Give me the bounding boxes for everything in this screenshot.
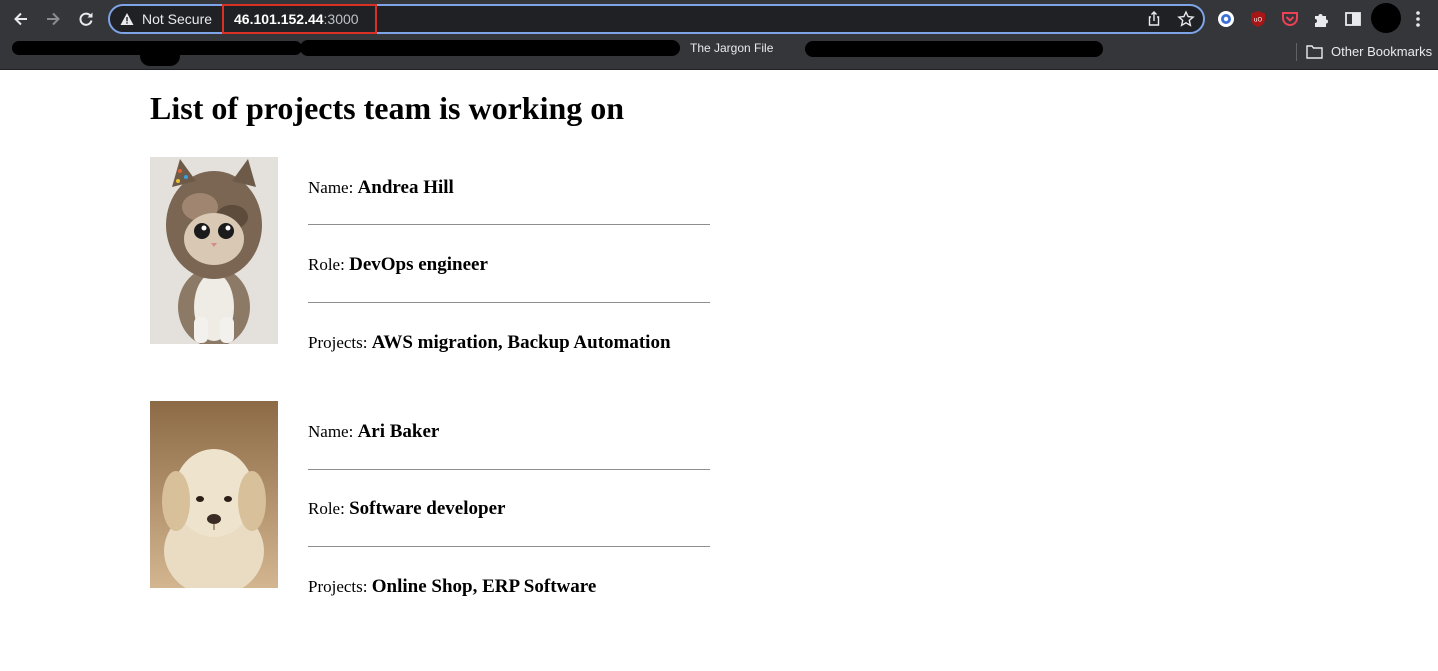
reload-icon: [79, 12, 93, 26]
name-label: Name:: [308, 178, 354, 197]
member-projects: Online Shop, ERP Software: [371, 576, 597, 597]
redaction-mark: [805, 41, 1103, 57]
page-title: List of projects team is working on: [150, 90, 625, 126]
member-role-field: Role: DevOps engineer: [308, 254, 488, 276]
folder-icon: [1306, 44, 1323, 59]
member-photo: [150, 157, 278, 344]
security-indicator[interactable]: Not Secure: [120, 6, 212, 32]
puppy-image: [150, 401, 278, 588]
divider: [308, 469, 710, 470]
extensions-button[interactable]: [1311, 9, 1331, 29]
back-icon: [14, 12, 27, 26]
member-name-field: Name: Ari Baker: [308, 421, 439, 443]
browser-toolbar: Not Secure 46.101.152.44:3000 uO: [0, 0, 1438, 38]
url-port: :3000: [323, 11, 359, 27]
member-role-field: Role: Software developer: [308, 498, 505, 520]
bookmarks-separator: [1296, 43, 1297, 61]
url-host: 46.101.152.44: [234, 11, 324, 27]
redaction-mark: [300, 40, 680, 56]
role-label: Role:: [308, 499, 345, 518]
divider: [308, 224, 710, 225]
menu-icon[interactable]: [1411, 9, 1425, 29]
shield-icon: uO: [1251, 11, 1265, 27]
bookmark-jargon-file[interactable]: The Jargon File: [690, 41, 773, 55]
member-role: DevOps engineer: [349, 254, 488, 275]
name-label: Name:: [308, 422, 354, 441]
forward-button[interactable]: [40, 6, 66, 32]
ublock-button[interactable]: uO: [1248, 9, 1268, 29]
pocket-button[interactable]: [1280, 9, 1300, 29]
member-card: Name: Andrea Hill Role: DevOps engineer …: [150, 157, 750, 357]
member-projects: AWS migration, Backup Automation: [371, 332, 671, 353]
svg-text:uO: uO: [1254, 17, 1263, 24]
other-bookmarks-label: Other Bookmarks: [1331, 43, 1433, 59]
share-icon[interactable]: [1145, 10, 1163, 28]
member-projects-field: Projects: Online Shop, ERP Software: [308, 576, 596, 598]
address-bar[interactable]: Not Secure 46.101.152.44:3000: [108, 4, 1205, 34]
extension-1-button[interactable]: [1216, 9, 1236, 29]
puzzle-icon: [1315, 14, 1328, 27]
member-role: Software developer: [349, 498, 506, 519]
member-name: Ari Baker: [357, 421, 440, 442]
member-card: Name: Ari Baker Role: Software developer…: [150, 401, 750, 601]
forward-icon: [47, 12, 60, 26]
extension-icon: [1218, 11, 1234, 27]
divider: [308, 302, 710, 303]
projects-label: Projects:: [308, 333, 368, 352]
side-panel-icon: [1345, 12, 1361, 26]
member-name: Andrea Hill: [357, 177, 454, 198]
redaction-mark: [140, 46, 180, 66]
warning-icon: [120, 13, 134, 25]
star-icon[interactable]: [1177, 10, 1195, 28]
back-button[interactable]: [8, 6, 34, 32]
other-bookmarks-button[interactable]: Other Bookmarks: [1306, 42, 1432, 60]
role-label: Role:: [308, 255, 345, 274]
side-panel-button[interactable]: [1343, 9, 1363, 29]
reload-button[interactable]: [73, 6, 99, 32]
member-projects-field: Projects: AWS migration, Backup Automati…: [308, 332, 671, 354]
bookmarks-bar: The Jargon File Other Bookmarks: [0, 38, 1438, 70]
security-label: Not Secure: [142, 11, 213, 27]
member-photo: [150, 401, 278, 588]
profile-avatar[interactable]: [1371, 3, 1401, 33]
member-name-field: Name: Andrea Hill: [308, 177, 454, 199]
kitten-image: [150, 157, 278, 344]
pocket-icon: [1282, 12, 1298, 26]
url-text[interactable]: 46.101.152.44:3000: [222, 4, 377, 34]
projects-label: Projects:: [308, 577, 368, 596]
divider: [308, 546, 710, 547]
